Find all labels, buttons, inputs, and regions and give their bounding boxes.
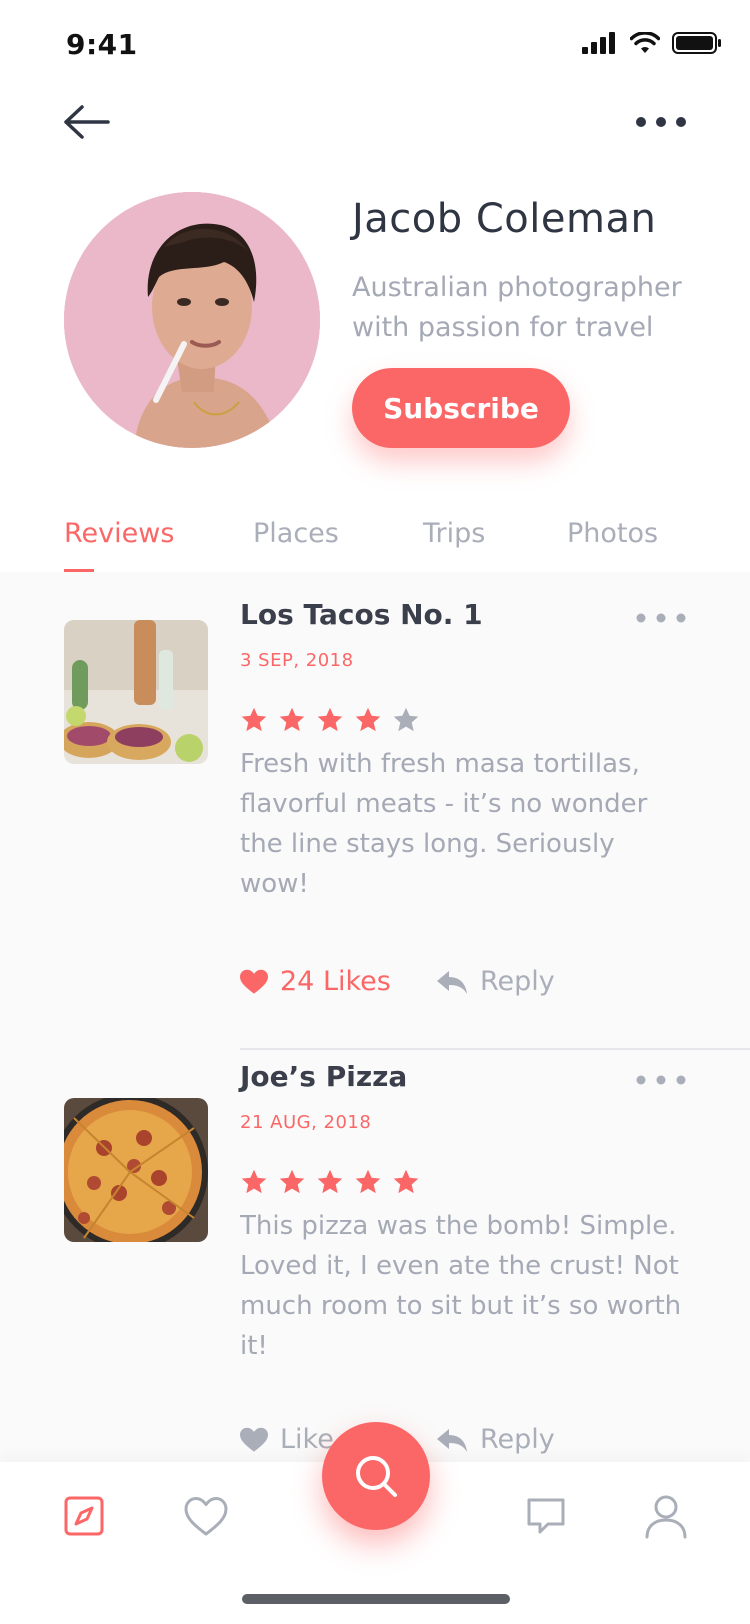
nav-explore[interactable]: [60, 1492, 108, 1540]
more-dots-icon: [636, 613, 686, 623]
reply-icon: [437, 970, 467, 994]
avatar: [64, 192, 320, 448]
star-filled-icon: [393, 1169, 419, 1194]
heart-icon: [240, 1427, 268, 1452]
nav-messages[interactable]: [522, 1492, 570, 1540]
profile-photo: [64, 192, 320, 448]
profile-bio: Australian photographer with passion for…: [352, 268, 712, 348]
star-empty-icon: [393, 707, 419, 732]
star-filled-icon: [317, 1169, 343, 1194]
bio-line-2: with passion for travel: [352, 312, 654, 343]
more-dots-icon: [636, 1075, 686, 1085]
status-time: 9:41: [66, 28, 138, 61]
like-button[interactable]: Like: [240, 1424, 334, 1455]
star-filled-icon: [355, 1169, 381, 1194]
profile-tabs: Reviews Places Trips Photos: [0, 500, 750, 572]
wifi-icon: [630, 32, 660, 53]
back-button[interactable]: [62, 102, 110, 142]
reply-label: Reply: [480, 966, 555, 997]
review-date: 3 SEP, 2018: [240, 650, 354, 671]
review-title: Los Tacos No. 1: [240, 598, 483, 631]
like-button[interactable]: 24 Likes: [240, 966, 391, 997]
star-filled-icon: [317, 707, 343, 732]
review-rating: [240, 706, 420, 734]
tacos-photo: [64, 620, 208, 764]
star-filled-icon: [279, 1169, 305, 1194]
review-thumbnail[interactable]: [64, 620, 208, 764]
status-icons: [582, 32, 722, 54]
profile-name: Jacob Coleman: [352, 196, 657, 242]
review-more-button[interactable]: [634, 1072, 688, 1088]
more-options-button[interactable]: [634, 112, 688, 132]
back-arrow-icon: [64, 105, 110, 139]
review-rating: [240, 1168, 420, 1196]
search-button[interactable]: [322, 1422, 430, 1530]
battery-icon: [672, 32, 721, 54]
review-date: 21 AUG, 2018: [240, 1112, 372, 1133]
review-title: Joe’s Pizza: [240, 1060, 408, 1093]
reply-icon: [437, 1428, 467, 1452]
nav-favorites[interactable]: [182, 1492, 230, 1540]
review-divider: [240, 1048, 750, 1050]
profile-icon: [645, 1495, 687, 1539]
tab-places[interactable]: Places: [253, 518, 339, 549]
bio-line-1: Australian photographer: [352, 272, 682, 303]
reviews-list: Los Tacos No. 1 3 SEP, 2018 Fresh with f…: [0, 572, 750, 1462]
star-filled-icon: [355, 707, 381, 732]
pizza-photo: [64, 1098, 208, 1242]
star-filled-icon: [241, 707, 267, 732]
more-dots-icon: [636, 117, 686, 127]
review-text: This pizza was the bomb! Simple. Loved i…: [240, 1211, 682, 1361]
tab-photos[interactable]: Photos: [567, 518, 658, 549]
tab-reviews[interactable]: Reviews: [64, 518, 174, 549]
signal-icon: [582, 32, 615, 54]
likes-count: 24 Likes: [280, 966, 391, 997]
heart-filled-icon: [240, 969, 268, 994]
compass-icon: [64, 1496, 104, 1536]
subscribe-button[interactable]: Subscribe: [352, 368, 570, 448]
search-icon: [356, 1456, 397, 1497]
reply-button[interactable]: Reply: [436, 966, 555, 997]
nav-profile[interactable]: [642, 1492, 690, 1540]
chat-icon: [527, 1498, 565, 1534]
likes-count: Like: [280, 1424, 334, 1455]
reply-button[interactable]: Reply: [436, 1424, 555, 1455]
heart-icon: [184, 1497, 228, 1536]
star-filled-icon: [279, 707, 305, 732]
review-text: Fresh with fresh masa tortillas, flavorf…: [240, 749, 648, 899]
star-filled-icon: [241, 1169, 267, 1194]
review-thumbnail[interactable]: [64, 1098, 208, 1242]
home-indicator: [242, 1594, 510, 1604]
review-more-button[interactable]: [634, 610, 688, 626]
tab-trips[interactable]: Trips: [423, 518, 485, 549]
reply-label: Reply: [480, 1424, 555, 1455]
